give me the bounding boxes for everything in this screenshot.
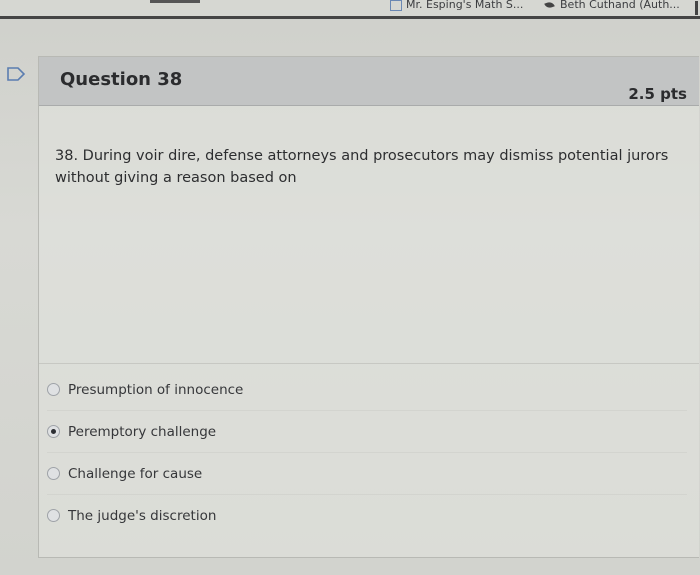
- answer-list: Presumption of innocence Peremptory chal…: [47, 369, 687, 536]
- answers-divider: [39, 363, 699, 364]
- bookmarks-overflow-edge: [695, 1, 698, 15]
- flag-question-icon[interactable]: [6, 66, 26, 82]
- question-text: 38. During voir dire, defense attorneys …: [55, 148, 669, 186]
- bookmark-item-beth[interactable]: Beth Cuthand (Auth...: [544, 0, 680, 11]
- answer-option-presumption[interactable]: Presumption of innocence: [47, 369, 687, 411]
- radio-button-selected[interactable]: [47, 425, 60, 438]
- answer-option-cause[interactable]: Challenge for cause: [47, 453, 687, 495]
- answer-label: The judge's discretion: [68, 507, 217, 524]
- window-divider: [0, 16, 700, 19]
- quiz-page: Mr. Esping's Math S... Beth Cuthand (Aut…: [0, 0, 700, 575]
- question-header: Question 38 2.5 pts: [39, 57, 699, 106]
- answer-label: Peremptory challenge: [68, 423, 217, 440]
- bookmark-page-icon: [390, 0, 402, 11]
- bookmark-label: Beth Cuthand (Auth...: [560, 0, 680, 11]
- answer-option-peremptory[interactable]: Peremptory challenge: [47, 411, 687, 453]
- answer-label: Challenge for cause: [68, 465, 203, 482]
- radio-button[interactable]: [47, 467, 60, 480]
- answer-label: Presumption of innocence: [68, 381, 244, 398]
- answer-option-judge[interactable]: The judge's discretion: [47, 495, 687, 536]
- radio-button[interactable]: [47, 383, 60, 396]
- bookmark-item-math[interactable]: Mr. Esping's Math S...: [390, 0, 523, 11]
- bookmarks-edge: [150, 0, 200, 3]
- question-card: Question 38 2.5 pts 38. During voir dire…: [38, 56, 699, 558]
- question-title: Question 38: [60, 69, 183, 90]
- bookmarks-bar: Mr. Esping's Math S... Beth Cuthand (Aut…: [0, 0, 700, 17]
- radio-button[interactable]: [47, 509, 60, 522]
- question-points: 2.5 pts: [628, 85, 687, 103]
- leaf-icon: [544, 0, 555, 10]
- bookmark-label: Mr. Esping's Math S...: [406, 0, 524, 11]
